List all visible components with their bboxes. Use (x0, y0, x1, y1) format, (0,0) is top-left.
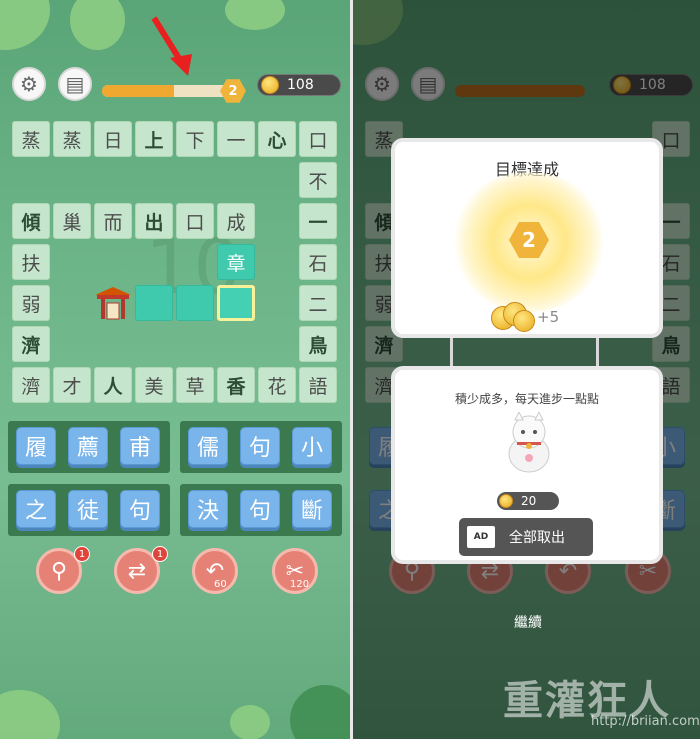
settings-button[interactable]: ⚙ (12, 67, 46, 101)
hint-count-badge: 1 (74, 546, 90, 562)
board-cell[interactable]: 口 (176, 203, 214, 239)
coin-count: 108 (287, 77, 314, 93)
shuffle-icon: ⇄ (127, 558, 147, 584)
board-cell[interactable]: 鳥 (299, 326, 337, 362)
lily-pad-decor (225, 0, 285, 30)
board-cell[interactable]: 上 (135, 121, 173, 157)
game-screen: ⚙ ▤ 2 108 10 蒸 蒸 日 上 下 一 心 口 不 一 石 二 鳥 傾… (0, 0, 350, 739)
board-cell[interactable]: 二 (299, 285, 337, 321)
lily-pad-decor (230, 705, 270, 739)
level-progress-bar (102, 85, 232, 97)
char-tile[interactable]: 履 (16, 427, 56, 465)
coin-counter: 108 (257, 74, 341, 96)
level-number: 2 (228, 83, 238, 99)
board-cell[interactable]: 成 (217, 203, 255, 239)
char-tile[interactable]: 句 (120, 490, 160, 528)
char-tile[interactable]: 斷 (292, 490, 332, 528)
board-cell[interactable]: 日 (94, 121, 132, 157)
board-cell[interactable]: 而 (94, 203, 132, 239)
level-number: 2 (522, 228, 536, 252)
board-cell[interactable]: 人 (94, 367, 132, 403)
lily-pad-decor (70, 0, 125, 50)
board-cell[interactable]: 一 (299, 203, 337, 239)
search-icon: ⚲ (50, 558, 68, 584)
answer-cell-empty[interactable] (135, 285, 173, 321)
char-tile[interactable]: 句 (240, 490, 280, 528)
board-cell[interactable]: 蒸 (12, 121, 50, 157)
answer-cell-selected[interactable] (217, 285, 255, 321)
coin-reward: +5 (537, 308, 560, 326)
collect-all-label: 全部取出 (509, 530, 565, 546)
board-cell[interactable]: 弱 (12, 285, 50, 321)
ad-video-icon: AD (467, 526, 495, 548)
gear-icon: ⚙ (20, 72, 38, 96)
undo-cost: 60 (214, 579, 227, 590)
watermark-url: http://briian.com/ (591, 714, 700, 729)
board-cell[interactable]: 出 (135, 203, 173, 239)
lily-pad-decor (0, 0, 50, 50)
char-tile[interactable]: 儒 (188, 427, 228, 465)
board-cell[interactable]: 濟 (12, 367, 50, 403)
char-tile[interactable]: 徒 (68, 490, 108, 528)
continue-button[interactable]: 繼續 (353, 612, 700, 632)
lily-pad-decor (0, 690, 60, 739)
lucky-cat-icon (505, 410, 553, 474)
coin-icon (499, 494, 513, 508)
char-tile[interactable]: 決 (188, 490, 228, 528)
char-tile[interactable]: 甫 (120, 427, 160, 465)
board-cell[interactable]: 口 (299, 121, 337, 157)
char-tile[interactable]: 小 (292, 427, 332, 465)
board-cell[interactable]: 石 (299, 244, 337, 280)
char-tile[interactable]: 薦 (68, 427, 108, 465)
char-tile[interactable]: 之 (16, 490, 56, 528)
card-connector (596, 334, 599, 370)
board-cell[interactable]: 心 (258, 121, 296, 157)
answer-cell[interactable]: 章 (217, 244, 255, 280)
answer-cell-empty[interactable] (176, 285, 214, 321)
board-cell[interactable]: 香 (217, 367, 255, 403)
collect-all-button[interactable]: AD 全部取出 (459, 518, 593, 556)
shuffle-count-badge: 1 (152, 546, 168, 562)
board-cell[interactable]: 傾 (12, 203, 50, 239)
board-cell[interactable]: 濟 (12, 326, 50, 362)
temple-icon (94, 285, 132, 321)
level-badge: 2 (220, 79, 246, 103)
board-cell[interactable]: 花 (258, 367, 296, 403)
board-cell[interactable]: 巢 (53, 203, 91, 239)
piggy-coin-pill: 20 (497, 492, 559, 510)
board-cell[interactable]: 才 (53, 367, 91, 403)
board-cell[interactable]: 下 (176, 121, 214, 157)
piggy-coin-count: 20 (521, 494, 537, 508)
goal-achieved-card: 目標達成 2 +5 (391, 138, 663, 338)
piggy-message: 積少成多，每天進步一點點 (454, 392, 599, 406)
board-cell[interactable]: 語 (299, 367, 337, 403)
board-cell[interactable]: 扶 (12, 244, 50, 280)
book-button[interactable]: ▤ (58, 67, 92, 101)
red-arrow-annotation (151, 16, 192, 76)
book-icon: ▤ (65, 72, 85, 96)
level-complete-screen: ⚙ ▤ 108 蒸 口 傾 扶 弱 濟 濟 一 石 二 鳥 語 履 之 小 斷 … (353, 0, 700, 739)
board-cell[interactable]: 不 (299, 162, 337, 198)
coin-icon (261, 76, 279, 94)
lily-pad-decor (290, 685, 350, 739)
char-tile[interactable]: 句 (240, 427, 280, 465)
board-cell[interactable]: 蒸 (53, 121, 91, 157)
card-connector (450, 334, 453, 370)
board-cell[interactable]: 草 (176, 367, 214, 403)
board-cell[interactable]: 美 (135, 367, 173, 403)
board-cell[interactable]: 一 (217, 121, 255, 157)
cut-cost: 120 (290, 579, 310, 590)
progress-fill (102, 85, 174, 97)
